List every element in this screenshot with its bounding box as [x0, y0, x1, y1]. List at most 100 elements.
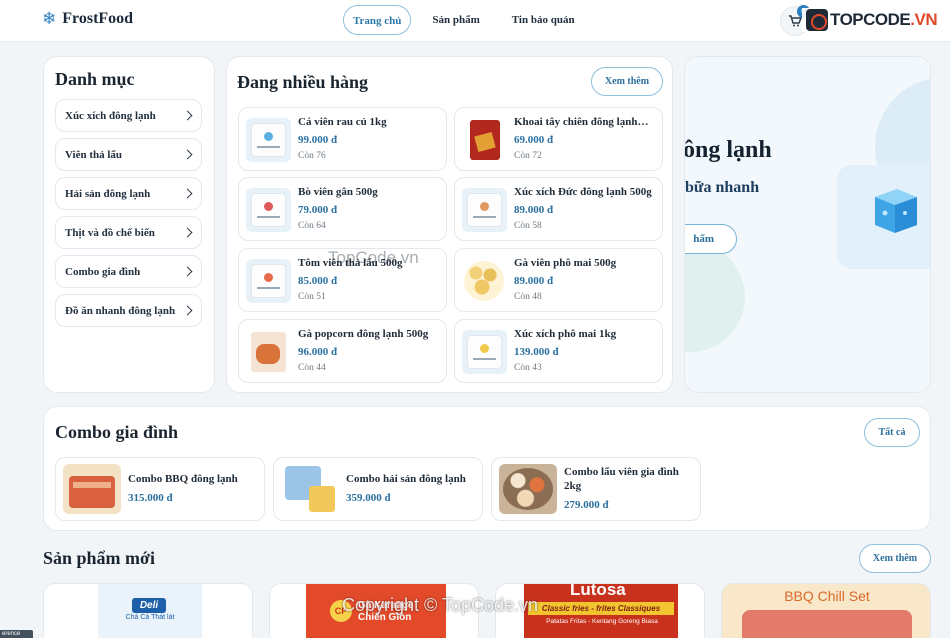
combo-card[interactable]: Combo hải sản đông lạnh 359.000 đ — [273, 457, 483, 521]
product-price: 99.000 đ — [298, 134, 338, 146]
brand-label: Lutosa — [570, 583, 626, 599]
combo-price: 315.000 đ — [128, 492, 173, 504]
category-item[interactable]: Thịt và đồ chế biến — [55, 216, 202, 249]
product-sublabel: Patatas Fritas - Kentang Goreng Biasa — [546, 618, 658, 625]
product-stock: Còn 48 — [514, 292, 542, 302]
product-card[interactable]: Gà popcorn đông lạnh 500g 96.000 đ Còn 4… — [238, 319, 447, 383]
chevron-right-icon — [182, 305, 193, 316]
category-panel: Danh mục Xúc xích đông lạnh Viên thả lẩu… — [43, 56, 215, 393]
combo-card[interactable]: Combo lẩu viên gia đình 2kg 279.000 đ — [491, 457, 701, 521]
product-card[interactable]: Gà viên phô mai 500g 89.000 đ Còn 48 — [454, 248, 663, 312]
ice-cube-icon — [875, 189, 917, 233]
copyright-watermark: Copyright © TopCode.vn — [342, 595, 539, 615]
product-card[interactable]: Bò viên gân 500g 79.000 đ Còn 64 — [238, 177, 447, 241]
chevron-right-icon — [182, 188, 193, 199]
product-stock: Còn 58 — [514, 221, 542, 231]
category-label: Hải sản đông lạnh — [65, 187, 151, 200]
combo-panel: Combo gia đình Tất cả Combo BBQ đông lạn… — [43, 406, 931, 531]
brand-name: FrostFood — [62, 10, 134, 27]
view-more-new-button[interactable]: Xem thêm — [859, 544, 931, 573]
product-name: Gà viên phô mai 500g — [514, 257, 617, 269]
product-price: 96.000 đ — [298, 346, 338, 358]
product-stock: Còn 44 — [298, 363, 326, 373]
product-card[interactable]: Xúc xích phô mai 1kg 139.000 đ Còn 43 — [454, 319, 663, 383]
product-image: BBQ Chill Set — [722, 584, 930, 638]
product-thumbnail — [246, 188, 291, 232]
combo-name: Combo lẩu viên gia đình 2kg — [564, 466, 679, 492]
chevron-right-icon — [182, 266, 193, 277]
brand-label: Deli — [132, 598, 166, 613]
snowflake-icon: ❄ — [42, 9, 57, 28]
combo-thumbnail — [499, 464, 557, 514]
hero-decor-circle — [685, 242, 745, 352]
view-more-stock-button[interactable]: Xem thêm — [591, 67, 663, 96]
category-label: Đồ ăn nhanh đông lạnh — [65, 304, 176, 317]
nav-products[interactable]: Sản phẩm — [421, 5, 490, 35]
hero-subtitle: o bữa nhanh — [685, 179, 760, 196]
combo-price: 279.000 đ — [564, 499, 609, 511]
product-name: Cá viên rau củ 1kg — [298, 116, 387, 128]
product-label: BBQ Chill Set — [784, 588, 870, 604]
product-thumbnail — [246, 259, 291, 303]
product-price: 139.000 đ — [514, 346, 559, 358]
product-label: Chả Cá Thát lát — [125, 614, 175, 621]
product-price: 89.000 đ — [514, 275, 554, 287]
nav-home[interactable]: Trang chủ — [343, 5, 412, 35]
product-image: Deli Chả Cá Thát lát — [98, 584, 202, 638]
product-label: Classic fries - frites Classiques — [528, 602, 674, 615]
top-header: ❄ FrostFood Trang chủ Sản phẩm Tin bảo q… — [0, 0, 950, 42]
combo-title: Combo gia đình — [55, 422, 179, 442]
category-label: Viên thả lẩu — [65, 148, 123, 161]
category-label: Combo gia đình — [65, 265, 141, 278]
brand-logo[interactable]: ❄ FrostFood — [42, 10, 133, 28]
combo-price: 359.000 đ — [346, 492, 391, 504]
product-card[interactable]: Cá viên rau củ 1kg 99.000 đ Còn 76 — [238, 107, 447, 171]
hero-cta-button[interactable]: hẩm — [685, 224, 737, 254]
product-name: Gà popcorn đông lạnh 500g — [298, 328, 429, 340]
combo-name: Combo BBQ đông lạnh — [128, 473, 238, 485]
category-item[interactable]: Hải sản đông lạnh — [55, 177, 202, 210]
product-stock: Còn 43 — [514, 363, 542, 373]
combo-all-button[interactable]: Tất cả — [864, 418, 920, 447]
new-product-card[interactable]: Deli Chả Cá Thát lát — [43, 583, 253, 638]
product-name: Xúc xích Đức đông lạnh 500g — [514, 186, 652, 198]
product-name: Xúc xích phô mai 1kg — [514, 328, 617, 340]
category-item[interactable]: Combo gia đình — [55, 255, 202, 288]
category-item[interactable]: Đồ ăn nhanh đông lạnh — [55, 294, 202, 327]
product-image: Lutosa Classic fries - frites Classiques… — [524, 584, 678, 638]
category-title: Danh mục — [55, 69, 135, 89]
in-stock-title: Đang nhiều hàng — [237, 72, 369, 92]
product-thumbnail — [246, 118, 291, 162]
nav-storage-news[interactable]: Tin bảo quản — [501, 5, 586, 35]
topcode-badge-icon — [806, 9, 828, 31]
watermark-logo-text: TOPCODE.VN — [830, 10, 938, 29]
product-thumbnail — [246, 330, 291, 374]
hero-banner: phẩm đông lạnh o bữa nhanh hẩm — [684, 56, 931, 393]
product-price: 69.000 đ — [514, 134, 554, 146]
product-card[interactable]: Xúc xích Đức đông lạnh 500g 89.000 đ Còn… — [454, 177, 663, 241]
product-name: Khoai tây chiên đông lạnh… — [514, 116, 649, 128]
product-stock: Còn 76 — [298, 151, 326, 161]
new-product-card[interactable]: BBQ Chill Set — [721, 583, 931, 638]
category-item[interactable]: Xúc xích đông lạnh — [55, 99, 202, 132]
product-thumbnail — [462, 330, 507, 374]
product-stock: Còn 72 — [514, 151, 542, 161]
product-name: Bò viên gân 500g — [298, 186, 378, 198]
product-price: 85.000 đ — [298, 275, 338, 287]
hero-title: phẩm đông lạnh — [685, 137, 772, 163]
product-stock: Còn 64 — [298, 221, 326, 231]
topcode-watermark-logo: TOPCODE.VN — [802, 8, 942, 32]
combo-card[interactable]: Combo BBQ đông lạnh 315.000 đ — [55, 457, 265, 521]
product-thumbnail — [462, 118, 507, 162]
in-stock-panel: Đang nhiều hàng Xem thêm Cá viên rau củ … — [226, 56, 673, 393]
chevron-right-icon — [182, 149, 193, 160]
product-price: 79.000 đ — [298, 204, 338, 216]
product-stock: Còn 51 — [298, 292, 326, 302]
category-label: Thịt và đồ chế biến — [65, 226, 155, 239]
new-products-title: Sản phẩm mới — [43, 548, 155, 568]
category-item[interactable]: Viên thả lẩu — [55, 138, 202, 171]
product-card[interactable]: Khoai tây chiên đông lạnh… 69.000 đ Còn … — [454, 107, 663, 171]
watermark-text: TopCode.vn — [328, 248, 419, 267]
combo-thumbnail — [281, 464, 339, 514]
product-price: 89.000 đ — [514, 204, 554, 216]
